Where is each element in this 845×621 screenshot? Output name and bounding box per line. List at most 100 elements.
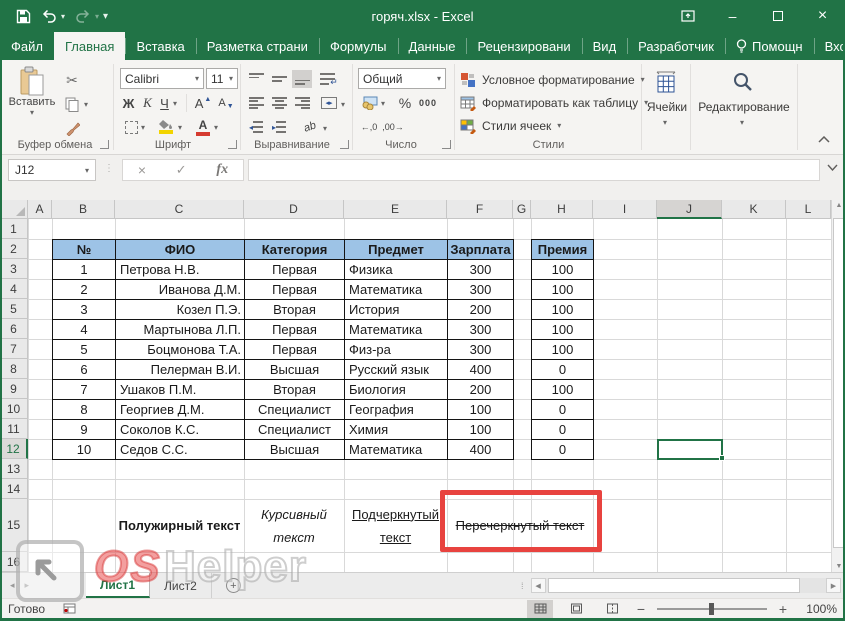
row-header-2[interactable]: 2 bbox=[0, 239, 28, 259]
row-header-4[interactable]: 4 bbox=[0, 279, 28, 299]
sheet-scroll-left-icon[interactable]: ◂ bbox=[10, 580, 15, 591]
name-box-dropdown-icon[interactable]: ▾ bbox=[85, 166, 89, 175]
italic-button[interactable]: К bbox=[139, 93, 156, 113]
merge-center-icon[interactable]: ◂▸ bbox=[318, 94, 340, 112]
cell-category[interactable]: Первая bbox=[244, 319, 345, 340]
align-left-icon[interactable] bbox=[246, 94, 266, 112]
cell-category[interactable]: Вторая bbox=[244, 299, 345, 320]
scroll-right-icon[interactable]: ▶ bbox=[826, 578, 841, 593]
row-header-11[interactable]: 11 bbox=[0, 419, 28, 439]
underline-button[interactable]: Ч bbox=[157, 93, 172, 113]
cell-salary[interactable]: 300 bbox=[447, 259, 514, 280]
undo-icon[interactable] bbox=[41, 9, 57, 23]
column-header-I[interactable]: I bbox=[593, 200, 657, 219]
cell-category[interactable]: Первая bbox=[244, 339, 345, 360]
percent-style-button[interactable]: % bbox=[396, 93, 414, 113]
cell-subject[interactable]: История bbox=[344, 299, 448, 320]
sheet-tab-лист1[interactable]: Лист1 bbox=[86, 573, 150, 598]
tab-рецензировани[interactable]: Рецензировани bbox=[466, 32, 581, 60]
horizontal-scrollbar[interactable]: ⁞ ◀ ▶ bbox=[521, 577, 841, 594]
orientation-icon[interactable]: ab bbox=[296, 114, 325, 139]
cell-subject[interactable]: Физика bbox=[344, 259, 448, 280]
column-header-E[interactable]: E bbox=[344, 200, 447, 219]
cell-italic-sample[interactable]: Курсивный текст bbox=[244, 499, 344, 552]
table-header-№[interactable]: № bbox=[52, 239, 116, 260]
table-header-Зарплата[interactable]: Зарплата bbox=[447, 239, 514, 260]
view-page-break-button[interactable] bbox=[599, 600, 625, 618]
zoom-in-button[interactable]: + bbox=[777, 601, 789, 617]
cancel-icon[interactable]: × bbox=[138, 162, 146, 178]
shrink-font-button[interactable]: А▼ bbox=[215, 93, 237, 113]
horizontal-scrollbar-thumb[interactable] bbox=[548, 578, 800, 593]
format-painter-button[interactable] bbox=[62, 118, 82, 138]
tab-разработчик[interactable]: Разработчик bbox=[627, 32, 725, 60]
accounting-dropdown-icon[interactable]: ▾ bbox=[381, 99, 385, 108]
row-header-1[interactable]: 1 bbox=[0, 219, 28, 239]
cell-salary[interactable]: 100 bbox=[447, 399, 514, 420]
cell-salary[interactable]: 100 bbox=[447, 419, 514, 440]
cell-premium[interactable]: 100 bbox=[531, 279, 594, 300]
table-header-Категория[interactable]: Категория bbox=[244, 239, 345, 260]
view-page-layout-button[interactable] bbox=[563, 600, 589, 618]
cell-fio[interactable]: Козел П.Э. bbox=[115, 299, 245, 320]
alignment-dialog-launcher-icon[interactable] bbox=[340, 140, 349, 149]
zoom-level[interactable]: 100% bbox=[799, 602, 837, 616]
cell-fio[interactable]: Петрова Н.В. bbox=[115, 259, 245, 280]
row-header-14[interactable]: 14 bbox=[0, 479, 28, 499]
font-color-icon[interactable]: А bbox=[194, 117, 212, 137]
cell-premium[interactable]: 100 bbox=[531, 379, 594, 400]
cell-fio[interactable]: Георгиев Д.М. bbox=[115, 399, 245, 420]
cell-num[interactable]: 8 bbox=[52, 399, 116, 420]
borders-dropdown-icon[interactable]: ▾ bbox=[141, 123, 145, 132]
expand-formula-bar-icon[interactable] bbox=[827, 164, 838, 171]
zoom-slider-thumb[interactable] bbox=[709, 603, 714, 615]
cell-salary[interactable]: 300 bbox=[447, 279, 514, 300]
align-middle-icon[interactable] bbox=[269, 70, 289, 88]
cell-category[interactable]: Специалист bbox=[244, 419, 345, 440]
cell-fio[interactable]: Мартынова Л.П. bbox=[115, 319, 245, 340]
name-box[interactable]: J12▾ bbox=[8, 159, 96, 181]
number-format-select[interactable]: Общий▾ bbox=[358, 68, 446, 89]
decrease-indent-icon[interactable]: ◂ bbox=[246, 118, 266, 136]
font-name-select[interactable]: Calibri▾ bbox=[120, 68, 204, 89]
sheet-tab-лист2[interactable]: Лист2 bbox=[150, 573, 212, 598]
column-header-D[interactable]: D bbox=[244, 200, 344, 219]
scroll-left-icon[interactable]: ◀ bbox=[531, 578, 546, 593]
undo-dropdown-icon[interactable]: ▾ bbox=[61, 12, 65, 21]
tab-помощн[interactable]: Помощн bbox=[725, 32, 814, 60]
cells-button[interactable]: Ячейки bbox=[644, 100, 690, 114]
tab-разметка-страни[interactable]: Разметка страни bbox=[196, 32, 319, 60]
cell-salary[interactable]: 400 bbox=[447, 439, 514, 460]
scroll-down-icon[interactable]: ▼ bbox=[832, 563, 845, 570]
column-header-A[interactable]: A bbox=[28, 200, 52, 219]
number-dialog-launcher-icon[interactable] bbox=[442, 140, 451, 149]
hscroll-resize-handle[interactable]: ⁞ bbox=[521, 581, 525, 591]
cell-num[interactable]: 7 bbox=[52, 379, 116, 400]
cell-fio[interactable]: Соколов К.С. bbox=[115, 419, 245, 440]
borders-icon[interactable] bbox=[122, 117, 140, 137]
cell-num[interactable]: 4 bbox=[52, 319, 116, 340]
zoom-out-button[interactable]: − bbox=[635, 601, 647, 617]
cell-num[interactable]: 9 bbox=[52, 419, 116, 440]
row-header-9[interactable]: 9 bbox=[0, 379, 28, 399]
cell-styles-button[interactable]: Стили ячеек▾ bbox=[460, 115, 561, 136]
column-header-L[interactable]: L bbox=[786, 200, 831, 219]
vertical-scrollbar[interactable]: ▲ ▼ bbox=[831, 200, 845, 572]
cell-salary[interactable]: 300 bbox=[447, 339, 514, 360]
cells-dropdown-icon[interactable]: ▾ bbox=[663, 118, 667, 127]
zoom-slider[interactable] bbox=[657, 608, 767, 610]
select-all-corner[interactable] bbox=[0, 200, 28, 219]
font-size-select[interactable]: 11▾ bbox=[206, 68, 238, 89]
wrap-text-icon[interactable]: ↵ bbox=[318, 70, 340, 88]
row-header-8[interactable]: 8 bbox=[0, 359, 28, 379]
cell-subject[interactable]: Русский язык bbox=[344, 359, 448, 380]
grow-font-button[interactable]: А▲ bbox=[192, 93, 214, 113]
cell-fio[interactable]: Пелерман В.И. bbox=[115, 359, 245, 380]
vertical-scrollbar-thumb[interactable] bbox=[833, 218, 844, 548]
row-header-15[interactable]: 15 bbox=[0, 499, 28, 552]
close-icon[interactable]: × bbox=[800, 0, 845, 32]
copy-dropdown-icon[interactable]: ▾ bbox=[84, 100, 88, 109]
font-color-dropdown-icon[interactable]: ▾ bbox=[214, 123, 218, 132]
insert-function-icon[interactable]: fx bbox=[216, 162, 228, 178]
cell-underline-sample[interactable]: Подчеркнутый текст bbox=[344, 499, 447, 552]
